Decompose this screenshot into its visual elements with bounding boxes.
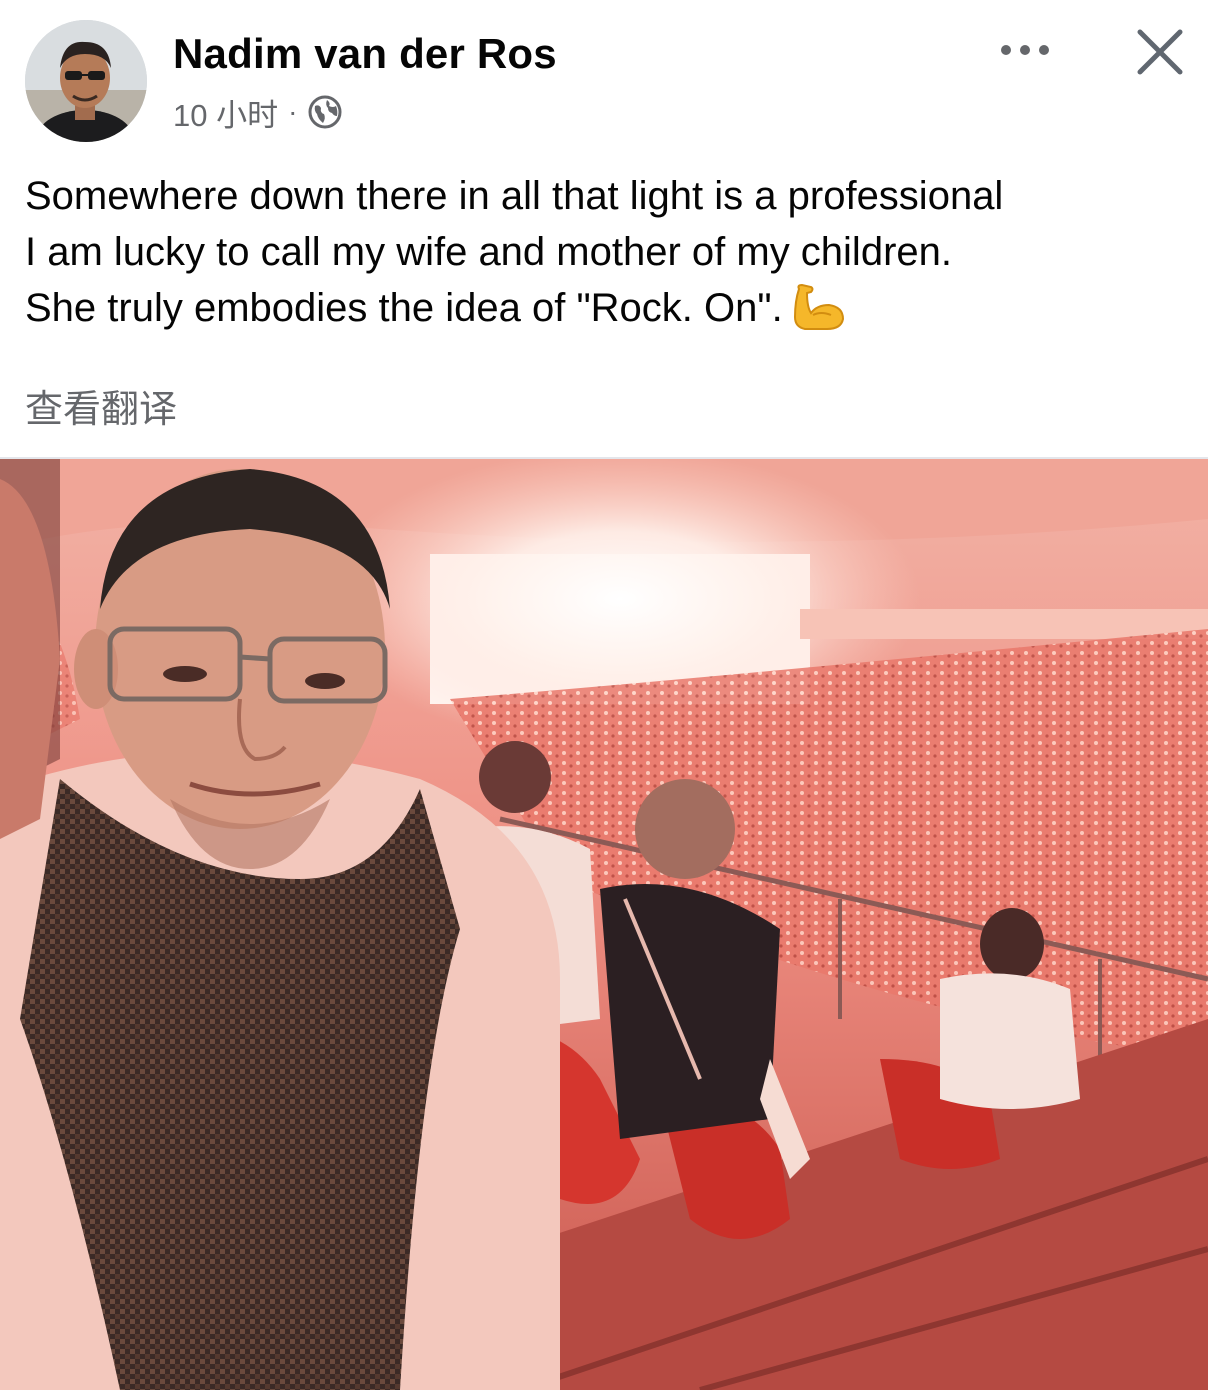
post-photo[interactable] — [0, 457, 1208, 1390]
see-translation-link[interactable]: 查看翻译 — [25, 378, 177, 433]
more-options-button[interactable] — [995, 28, 1055, 72]
post-line-last: She truly embodies the idea of "Rock. On… — [25, 280, 1200, 336]
post-line: I am lucky to call my wife and mother of… — [25, 230, 952, 274]
close-icon — [1137, 29, 1183, 75]
more-horizontal-icon — [1001, 45, 1049, 55]
post-line: Somewhere down there in all that light i… — [25, 174, 1004, 218]
post-timestamp[interactable]: 10 小时 — [173, 90, 278, 135]
post-line-text: She truly embodies the idea of "Rock. On… — [25, 286, 783, 330]
close-button[interactable] — [1130, 22, 1190, 82]
post-message: Somewhere down there in all that light i… — [25, 168, 1200, 336]
post-meta: 10 小时 · — [173, 90, 343, 135]
author-avatar[interactable] — [25, 20, 147, 142]
flexed-biceps-emoji — [791, 283, 847, 331]
post-header: Nadim van der Ros 10 小时 · — [0, 0, 1208, 150]
globe-icon[interactable] — [307, 94, 343, 130]
meta-separator: · — [288, 96, 298, 127]
author-name[interactable]: Nadim van der Ros — [173, 30, 557, 78]
